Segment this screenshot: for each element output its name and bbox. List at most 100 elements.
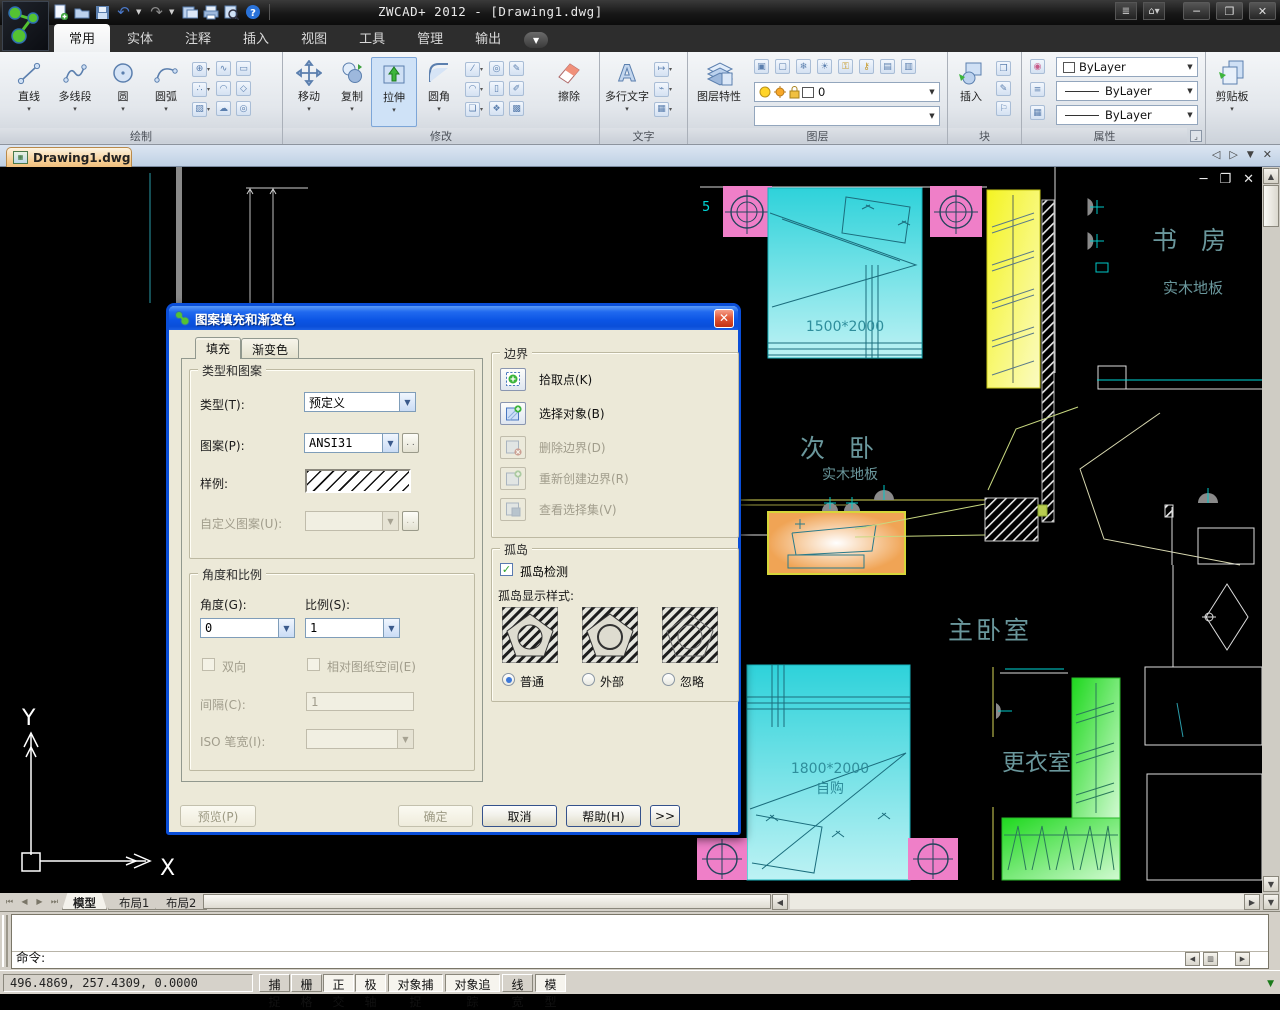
scale-select[interactable]: 1 ▼ — [305, 618, 400, 638]
command-prompt[interactable]: 命令: — [16, 947, 45, 966]
status-menu-icon[interactable]: ▼ — [1267, 979, 1274, 989]
tab-scroll-left-icon[interactable]: ◁ — [1212, 148, 1220, 161]
cmd-scroll-left-icon[interactable]: ◀ — [1185, 952, 1200, 966]
first-tab-icon[interactable]: ⏮ — [2, 894, 17, 909]
document-tab[interactable]: ▦ Drawing1.dwg — [6, 147, 132, 167]
plot-preview-icon[interactable] — [223, 3, 240, 21]
spline-icon[interactable]: ∿ — [216, 61, 231, 76]
cloud-icon[interactable]: ☁ — [216, 101, 231, 116]
trim-icon[interactable]: ⁄ — [465, 62, 480, 77]
new-file-icon[interactable] — [52, 3, 69, 21]
canvas-vscrollbar[interactable]: ▲ ▼ — [1262, 167, 1280, 893]
save-icon[interactable] — [94, 3, 111, 21]
close-button[interactable]: ✕ — [1249, 2, 1276, 20]
layer-unlock-icon[interactable]: ⚷ — [859, 59, 874, 74]
lineweight-dropdown-icon[interactable]: ▼ — [1183, 82, 1197, 100]
hatch-icon[interactable]: ▨ — [192, 102, 207, 117]
layer-on-icon[interactable]: ▣ — [754, 59, 769, 74]
stretch-button[interactable]: 拉伸▾ — [371, 57, 417, 127]
hscroll-thumb[interactable] — [203, 894, 771, 909]
layer-dropdown-icon[interactable]: ▼ — [925, 83, 939, 101]
linetype-select[interactable]: ByLayer ▼ — [1056, 105, 1198, 125]
rectangle-icon[interactable]: ▭ — [236, 61, 251, 76]
polygon-icon[interactable]: ◇ — [236, 81, 251, 96]
help-icon[interactable]: ? — [244, 3, 261, 21]
tab-home[interactable]: 常用 — [54, 24, 110, 52]
line-button[interactable]: 直线▾ — [6, 57, 52, 127]
clipboard-button[interactable]: 剪贴板▾ — [1209, 57, 1255, 141]
hscroll-left-icon[interactable]: ◀ — [772, 894, 788, 910]
tab-solid[interactable]: 实体 — [112, 24, 168, 52]
lineweight-icon[interactable]: ≡ — [1030, 82, 1045, 97]
scale-dropdown-icon[interactable]: ▼ — [383, 619, 399, 637]
cancel-button[interactable]: 取消 — [482, 805, 557, 827]
linetype-icon[interactable]: ▦ — [1030, 105, 1045, 120]
tab-manage[interactable]: 管理 — [402, 24, 458, 52]
mirror-icon[interactable]: ▯ — [489, 81, 504, 96]
fillet-button[interactable]: 圆角▾ — [416, 57, 462, 127]
sample-swatch[interactable] — [305, 469, 411, 493]
app-logo[interactable] — [2, 1, 49, 51]
command-history[interactable] — [12, 915, 1268, 952]
toggle-grid[interactable]: 栅格 — [291, 974, 322, 992]
tab-tools[interactable]: 工具 — [344, 24, 400, 52]
undo-dropdown-icon[interactable]: ▼ — [136, 8, 144, 16]
type-dropdown-icon[interactable]: ▼ — [399, 393, 415, 411]
pattern-select[interactable]: ANSI31 ▼ — [304, 433, 399, 453]
island-ignore-radio[interactable] — [662, 673, 675, 686]
circle-button[interactable]: 圆▾ — [100, 57, 146, 127]
toggle-otrack[interactable]: 对象追踪 — [445, 974, 500, 992]
doc-minimize-icon[interactable]: ─ — [1200, 172, 1208, 187]
plot-icon[interactable] — [181, 3, 198, 21]
command-box[interactable]: 命令: ◀ ▥ ▶ — [11, 914, 1269, 969]
island-style-ignore-preview[interactable] — [662, 607, 718, 663]
toggle-lineweight[interactable]: 线宽 — [502, 974, 533, 992]
angle-select[interactable]: 0 ▼ — [200, 618, 295, 638]
island-detect-checkbox[interactable]: ✓ — [500, 563, 513, 576]
color-dropdown-icon[interactable]: ▼ — [1183, 58, 1197, 76]
doc-close-icon[interactable]: ✕ — [1243, 172, 1254, 187]
tab-close-icon[interactable]: ✕ — [1263, 148, 1272, 161]
tab-hatch[interactable]: 填充 — [195, 337, 241, 359]
toggle-polar[interactable]: 极轴 — [355, 974, 386, 992]
island-normal-radio[interactable] — [502, 673, 515, 686]
layer-state-dropdown-icon[interactable]: ▼ — [925, 107, 939, 125]
print-icon[interactable] — [202, 3, 219, 21]
more-options-button[interactable]: >> — [650, 805, 680, 827]
tab-view[interactable]: 视图 — [286, 24, 342, 52]
pattern-dropdown-icon[interactable]: ▼ — [382, 434, 398, 452]
dimension-icon[interactable]: ↦ — [654, 62, 669, 77]
vscroll-thumb[interactable] — [1263, 185, 1279, 227]
mtext-button[interactable]: A 多行文字▾ — [604, 57, 650, 127]
dialog-close-icon[interactable]: ✕ — [714, 309, 734, 328]
attribute-edit-icon[interactable]: ✎ — [996, 81, 1011, 96]
layout-tab-model[interactable]: 模型 — [62, 893, 107, 910]
properties-launcher-icon[interactable]: ⌟ — [1190, 130, 1202, 142]
restore-button[interactable]: ❐ — [1216, 2, 1243, 20]
layer-freeze-icon[interactable]: ❄ — [796, 59, 811, 74]
leader-icon[interactable]: ⌁ — [654, 82, 669, 97]
island-outer-radio[interactable] — [582, 673, 595, 686]
explode-icon[interactable]: ❖ — [489, 101, 504, 116]
island-style-normal-preview[interactable] — [502, 607, 558, 663]
pick-points-button[interactable]: 拾取点(K) — [500, 367, 592, 391]
move-button[interactable]: 移动▾ — [286, 57, 332, 127]
tab-gradient[interactable]: 渐变色 — [241, 338, 299, 359]
angle-dropdown-icon[interactable]: ▼ — [278, 619, 294, 637]
corner-icon[interactable]: ◠ — [465, 82, 480, 97]
scroll-down-icon[interactable]: ▼ — [1263, 876, 1279, 892]
help-button[interactable]: 帮助(H) — [566, 805, 641, 827]
polyline-button[interactable]: 多线段▾ — [52, 57, 98, 127]
donut-icon[interactable]: ◎ — [236, 101, 251, 116]
toggle-snap[interactable]: 捕捉 — [259, 974, 290, 992]
toggle-ortho[interactable]: 正交 — [323, 974, 354, 992]
layout-tab-2[interactable]: 布局2 — [155, 893, 207, 910]
ribbon-collapse-icon[interactable]: ▼ — [524, 32, 548, 48]
redo-dropdown-icon[interactable]: ▼ — [169, 8, 177, 16]
workspace-icon[interactable]: ⌂▾ — [1143, 2, 1165, 20]
command-drag-grip[interactable] — [2, 915, 8, 967]
layer-properties-button[interactable]: 图层特性 — [694, 57, 744, 127]
tab-insert[interactable]: 插入 — [228, 24, 284, 52]
layer-lock-icon[interactable]: ⚿ — [838, 59, 853, 74]
edit-hatch-icon[interactable]: ▩ — [509, 101, 524, 116]
